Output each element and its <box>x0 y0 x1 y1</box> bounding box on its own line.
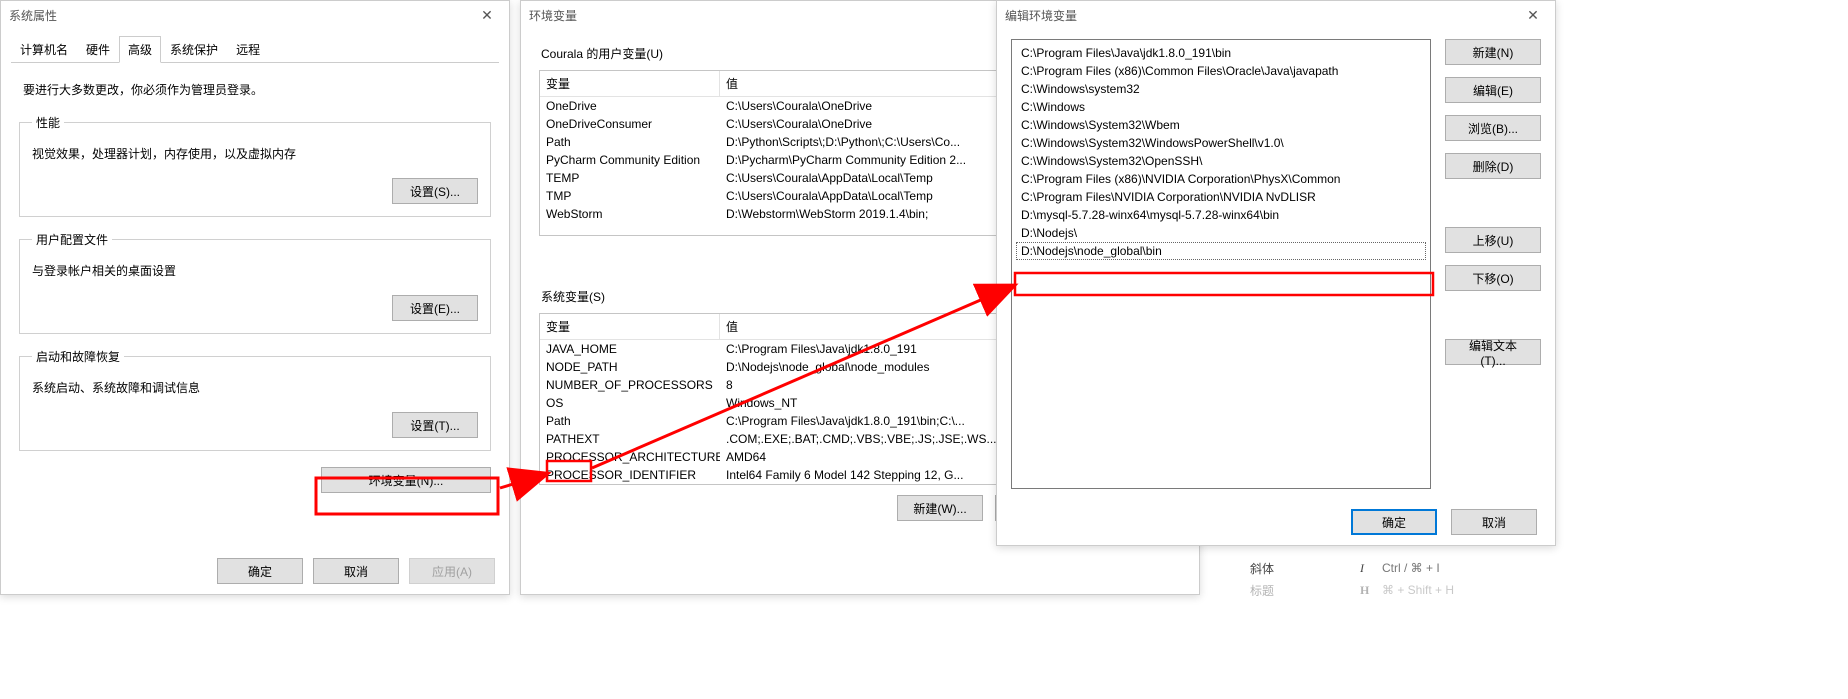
close-icon[interactable]: ✕ <box>467 2 507 28</box>
var-name: PROCESSOR_IDENTIFIER <box>540 466 720 484</box>
title-bar: 编辑环境变量 ✕ <box>997 1 1555 29</box>
tab-strip: 计算机名 硬件 高级 系统保护 远程 <box>11 35 499 63</box>
var-name: NODE_PATH <box>540 358 720 376</box>
apply-button: 应用(A) <box>409 558 495 584</box>
var-name: Path <box>540 133 720 151</box>
tab-computer-name[interactable]: 计算机名 <box>11 36 77 63</box>
path-entry[interactable]: C:\Windows\System32\WindowsPowerShell\v1… <box>1016 134 1426 152</box>
heading-icon: H <box>1360 583 1382 598</box>
dialog-title: 编辑环境变量 <box>1005 7 1077 24</box>
new-button[interactable]: 新建(N) <box>1445 39 1541 65</box>
var-name: JAVA_HOME <box>540 340 720 358</box>
var-name: OneDriveConsumer <box>540 115 720 133</box>
var-name: TEMP <box>540 169 720 187</box>
startup-settings-button[interactable]: 设置(T)... <box>392 412 478 438</box>
var-name: PyCharm Community Edition <box>540 151 720 169</box>
startup-legend: 启动和故障恢复 <box>32 348 124 365</box>
var-name: WebStorm <box>540 205 720 223</box>
var-name: OneDrive <box>540 97 720 115</box>
path-entry[interactable]: C:\Program Files\NVIDIA Corporation\NVID… <box>1016 188 1426 206</box>
profile-legend: 用户配置文件 <box>32 231 112 248</box>
path-entry[interactable]: C:\Windows\System32\Wbem <box>1016 116 1426 134</box>
heading-label: 标题 <box>1240 582 1360 599</box>
path-entry[interactable]: C:\Windows\system32 <box>1016 80 1426 98</box>
browse-button[interactable]: 浏览(B)... <box>1445 115 1541 141</box>
side-buttons: 新建(N) 编辑(E) 浏览(B)... 删除(D) 上移(U) 下移(O) 编… <box>1445 39 1541 489</box>
perf-group: 性能 视觉效果，处理器计划，内存使用，以及虚拟内存 设置(S)... <box>19 114 491 217</box>
dialog-footer: 确定 取消 应用(A) <box>217 558 495 584</box>
italic-shortcut: Ctrl / ⌘ + I <box>1382 561 1440 575</box>
tab-body: 要进行大多数更改，你必须作为管理员登录。 性能 视觉效果，处理器计划，内存使用，… <box>1 63 509 509</box>
ok-button[interactable]: 确定 <box>1351 509 1437 535</box>
dialog-body: C:\Program Files\Java\jdk1.8.0_191\binC:… <box>997 29 1555 499</box>
var-name: TMP <box>540 187 720 205</box>
tab-advanced[interactable]: 高级 <box>119 36 161 63</box>
path-entry[interactable]: C:\Windows\System32\OpenSSH\ <box>1016 152 1426 170</box>
toolbar-fragment: 斜体 I Ctrl / ⌘ + I 标题 H ⌘ + Shift + H <box>1240 557 1454 601</box>
tab-system-protection[interactable]: 系统保护 <box>161 36 227 63</box>
dialog-title: 环境变量 <box>529 7 577 24</box>
admin-note: 要进行大多数更改，你必须作为管理员登录。 <box>23 81 487 98</box>
profile-settings-button[interactable]: 设置(E)... <box>392 295 478 321</box>
var-name: PROCESSOR_ARCHITECTURE <box>540 448 720 466</box>
startup-group: 启动和故障恢复 系统启动、系统故障和调试信息 设置(T)... <box>19 348 491 451</box>
sys-new-button[interactable]: 新建(W)... <box>897 495 983 521</box>
heading-row[interactable]: 标题 H ⌘ + Shift + H <box>1240 579 1454 601</box>
path-entry[interactable]: D:\mysql-5.7.28-winx64\mysql-5.7.28-winx… <box>1016 206 1426 224</box>
tab-remote[interactable]: 远程 <box>227 36 269 63</box>
move-down-button[interactable]: 下移(O) <box>1445 265 1541 291</box>
var-name: Path <box>540 412 720 430</box>
delete-button[interactable]: 删除(D) <box>1445 153 1541 179</box>
italic-row[interactable]: 斜体 I Ctrl / ⌘ + I <box>1240 557 1454 579</box>
profile-desc: 与登录帐户相关的桌面设置 <box>32 262 478 279</box>
col-var[interactable]: 变量 <box>540 71 720 96</box>
italic-icon: I <box>1360 561 1382 576</box>
path-entry[interactable]: C:\Windows <box>1016 98 1426 116</box>
heading-shortcut: ⌘ + Shift + H <box>1382 583 1454 597</box>
ok-button[interactable]: 确定 <box>217 558 303 584</box>
path-list[interactable]: C:\Program Files\Java\jdk1.8.0_191\binC:… <box>1011 39 1431 489</box>
var-name: PATHEXT <box>540 430 720 448</box>
edit-button[interactable]: 编辑(E) <box>1445 77 1541 103</box>
startup-desc: 系统启动、系统故障和调试信息 <box>32 379 478 396</box>
cancel-button[interactable]: 取消 <box>313 558 399 584</box>
dialog-title: 系统属性 <box>9 7 57 24</box>
path-entry[interactable]: D:\Nodejs\node_global\bin <box>1016 242 1426 260</box>
edit-env-var-dialog: 编辑环境变量 ✕ C:\Program Files\Java\jdk1.8.0_… <box>996 0 1556 546</box>
system-properties-dialog: 系统属性 ✕ 计算机名 硬件 高级 系统保护 远程 要进行大多数更改，你必须作为… <box>0 0 510 595</box>
perf-desc: 视觉效果，处理器计划，内存使用，以及虚拟内存 <box>32 145 478 162</box>
tab-hardware[interactable]: 硬件 <box>77 36 119 63</box>
path-entry[interactable]: C:\Program Files\Java\jdk1.8.0_191\bin <box>1016 44 1426 62</box>
var-name: NUMBER_OF_PROCESSORS <box>540 376 720 394</box>
profile-group: 用户配置文件 与登录帐户相关的桌面设置 设置(E)... <box>19 231 491 334</box>
path-entry[interactable]: C:\Program Files (x86)\Common Files\Orac… <box>1016 62 1426 80</box>
close-icon[interactable]: ✕ <box>1513 2 1553 28</box>
perf-legend: 性能 <box>32 114 64 131</box>
edit-text-button[interactable]: 编辑文本(T)... <box>1445 339 1541 365</box>
italic-label: 斜体 <box>1240 560 1360 577</box>
var-name: OS <box>540 394 720 412</box>
cancel-button[interactable]: 取消 <box>1451 509 1537 535</box>
env-vars-button[interactable]: 环境变量(N)... <box>321 467 491 493</box>
path-entry[interactable]: D:\Nodejs\ <box>1016 224 1426 242</box>
title-bar: 系统属性 ✕ <box>1 1 509 29</box>
col-var[interactable]: 变量 <box>540 314 720 339</box>
move-up-button[interactable]: 上移(U) <box>1445 227 1541 253</box>
path-entry[interactable]: C:\Program Files (x86)\NVIDIA Corporatio… <box>1016 170 1426 188</box>
dialog-footer: 确定 取消 <box>1351 509 1537 535</box>
perf-settings-button[interactable]: 设置(S)... <box>392 178 478 204</box>
